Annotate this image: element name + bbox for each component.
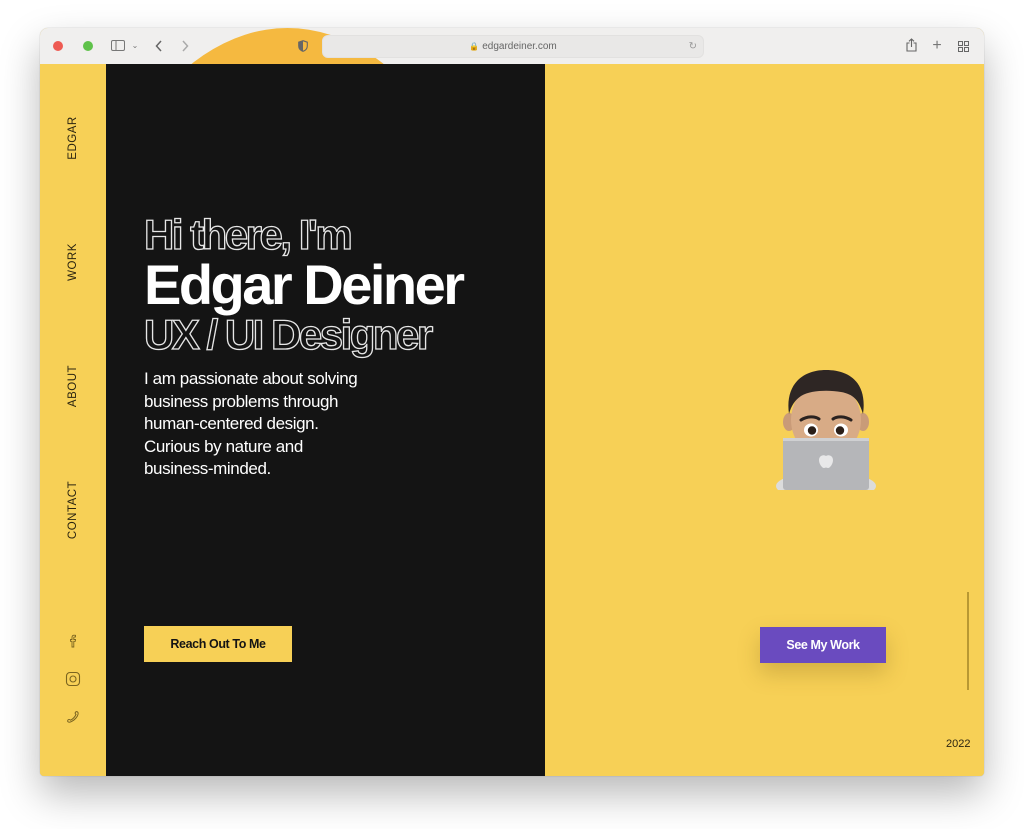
bio-line: Curious by nature and: [144, 436, 303, 456]
browser-window: ⌄ 🔒 edgardeiner.com ↻ + EDGAR WORK ABOUT …: [40, 28, 984, 776]
instagram-icon[interactable]: [64, 670, 82, 688]
hero-panel: Hi there, I'm Edgar Deiner UX / UI Desig…: [106, 64, 545, 776]
chevron-down-icon[interactable]: ⌄: [130, 36, 140, 56]
hero-bio: I am passionate about solving business p…: [144, 368, 394, 481]
url-text: edgardeiner.com: [482, 41, 557, 52]
see-my-work-button[interactable]: See My Work: [760, 627, 886, 663]
copyright-year: 2022: [946, 738, 971, 750]
page-content: EDGAR WORK ABOUT CONTACT Hi there, I'm E…: [40, 64, 984, 776]
close-window-button[interactable]: [53, 41, 63, 51]
new-tab-icon[interactable]: +: [930, 36, 944, 56]
tab-overview-icon[interactable]: [956, 36, 970, 56]
hero-role: UX / UI Designer: [143, 311, 434, 358]
facebook-icon[interactable]: [64, 632, 82, 650]
nav-item-edgar[interactable]: EDGAR: [67, 116, 79, 159]
maximize-window-button[interactable]: [83, 41, 93, 51]
bio-line: business problems through: [144, 391, 339, 411]
bio-line: business-minded.: [144, 459, 271, 478]
scroll-indicator[interactable]: [967, 592, 969, 690]
nav-item-work[interactable]: WORK: [67, 243, 79, 281]
side-nav: EDGAR WORK ABOUT CONTACT: [40, 64, 106, 776]
nav-item-about[interactable]: ABOUT: [67, 365, 79, 407]
memoji-laptop-illustration: [776, 370, 876, 500]
hero-greeting: Hi there, I'm: [143, 211, 353, 258]
bio-line: I am passionate about solving: [144, 369, 358, 388]
reload-icon[interactable]: ↻: [689, 36, 697, 57]
nav-item-contact[interactable]: CONTACT: [67, 481, 79, 539]
reach-out-button[interactable]: Reach Out To Me: [144, 626, 292, 662]
sidebar-toggle-icon[interactable]: [110, 36, 126, 56]
memoji-avatar: [771, 364, 881, 500]
share-icon[interactable]: [904, 36, 918, 56]
browser-toolbar: ⌄ 🔒 edgardeiner.com ↻ +: [40, 28, 984, 740]
address-bar[interactable]: 🔒 edgardeiner.com ↻: [322, 35, 704, 58]
forward-icon[interactable]: [178, 36, 192, 56]
hero-name: Edgar Deiner: [144, 253, 465, 316]
lock-icon: 🔒: [469, 42, 480, 51]
hero-heading: Hi there, I'm Edgar Deiner UX / UI Desig…: [143, 211, 465, 358]
bio-line: human-centered design.: [144, 414, 319, 433]
phone-icon[interactable]: [64, 708, 82, 726]
back-icon[interactable]: [152, 36, 166, 56]
visual-panel: See My Work 2022: [545, 64, 984, 776]
privacy-shield-icon[interactable]: [296, 36, 310, 56]
